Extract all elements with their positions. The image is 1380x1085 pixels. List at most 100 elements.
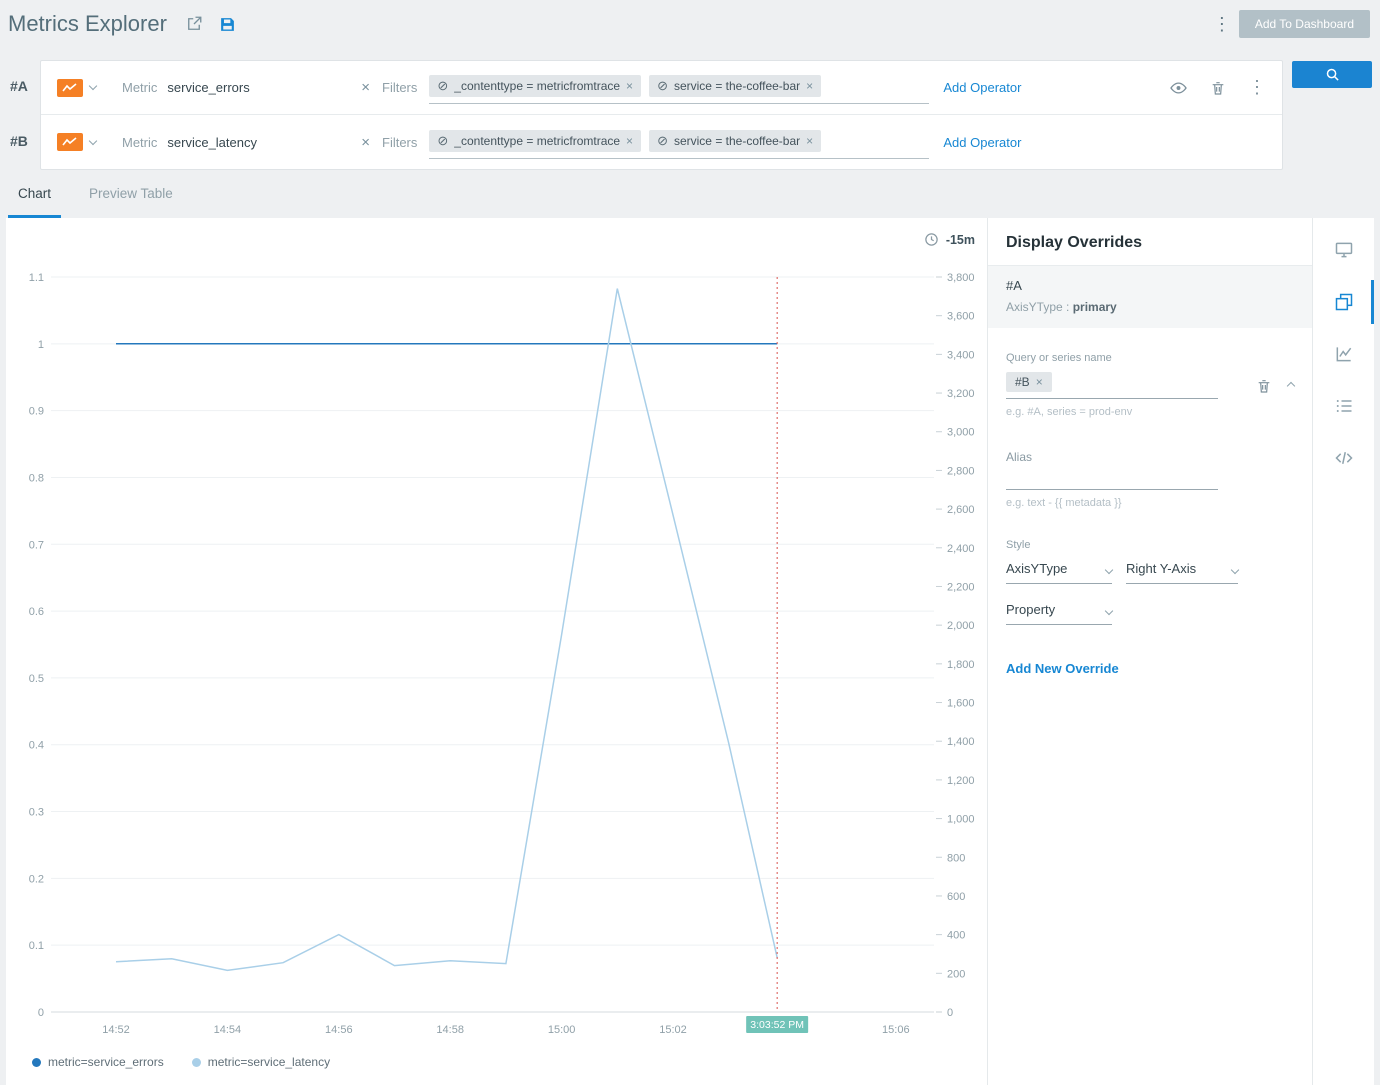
- query-series-input[interactable]: #B ×: [1006, 372, 1218, 399]
- clear-metric-icon[interactable]: ×: [361, 79, 370, 96]
- svg-text:400: 400: [947, 930, 965, 942]
- legend-item-service-errors[interactable]: metric=service_errors: [32, 1055, 164, 1069]
- metric-chart-type-icon: [57, 78, 83, 97]
- tab-preview-table[interactable]: Preview Table: [79, 186, 183, 218]
- chart-settings-button[interactable]: [1313, 332, 1374, 376]
- add-to-dashboard-button[interactable]: Add To Dashboard: [1238, 10, 1370, 38]
- exclude-filter-icon[interactable]: ⊘: [437, 133, 448, 149]
- add-operator-link[interactable]: Add Operator: [943, 135, 1021, 150]
- svg-text:1,200: 1,200: [947, 775, 975, 787]
- metric-input[interactable]: service_errors: [167, 80, 361, 95]
- run-search-button[interactable]: [1292, 61, 1372, 88]
- metrics-chart-canvas[interactable]: 0 0.1 0.2 0.3 0.4 0.5 0.6 0.7 0.8 0.9 1 1.1 0 200 400 6…: [6, 218, 985, 1038]
- remove-filter-icon[interactable]: ×: [626, 79, 633, 93]
- svg-text:0: 0: [947, 1007, 953, 1019]
- filter-chip: ⊘ _contenttype = metricfromtrace ×: [429, 75, 642, 97]
- svg-text:14:52: 14:52: [102, 1024, 130, 1036]
- svg-text:15:00: 15:00: [548, 1024, 576, 1036]
- add-new-override-link[interactable]: Add New Override: [1006, 661, 1294, 676]
- svg-text:1.1: 1.1: [29, 272, 44, 284]
- svg-text:0.4: 0.4: [29, 740, 44, 752]
- style-property-select-value: AxisYType: [1006, 561, 1068, 576]
- svg-text:800: 800: [947, 852, 965, 864]
- header-kebab-menu[interactable]: ⋮: [1205, 12, 1239, 37]
- filters-label: Filters: [382, 80, 418, 95]
- alias-hint: e.g. text - {{ metadata }}: [1006, 497, 1122, 509]
- delete-override-icon[interactable]: [1256, 377, 1272, 395]
- exclude-filter-icon[interactable]: ⊘: [657, 133, 668, 149]
- overlapping-panels-icon: [1335, 293, 1352, 311]
- svg-text:0: 0: [38, 1007, 44, 1019]
- svg-text:1,400: 1,400: [947, 736, 975, 748]
- chevron-down-icon: [1104, 606, 1114, 616]
- save-icon[interactable]: [219, 16, 236, 33]
- tab-chart[interactable]: Chart: [8, 186, 62, 218]
- svg-text:2,000: 2,000: [947, 620, 975, 632]
- svg-text:0.9: 0.9: [29, 406, 44, 418]
- chart-panel: -15m 0 0.1 0.2 0.3 0.4 0.5 0.6 0.7 0.8 0.9 1 1.1 0 20…: [6, 218, 987, 1085]
- style-label: Style: [1006, 539, 1031, 551]
- svg-text:14:54: 14:54: [214, 1024, 242, 1036]
- remove-filter-icon[interactable]: ×: [626, 134, 633, 148]
- query-kebab-menu[interactable]: ⋮: [1248, 77, 1266, 98]
- property-select[interactable]: Property: [1006, 602, 1114, 625]
- svg-text:0.2: 0.2: [29, 873, 44, 885]
- remove-filter-icon[interactable]: ×: [806, 79, 813, 93]
- query-series-label: Query or series name: [1006, 352, 1112, 364]
- exclude-filter-icon[interactable]: ⊘: [657, 78, 668, 94]
- filter-chip-label: service = the-coffee-bar: [673, 79, 801, 93]
- single-chart-view-button[interactable]: [1313, 228, 1374, 272]
- override-summary-card[interactable]: #A AxisYType : primary: [988, 266, 1312, 328]
- active-indicator: [1371, 280, 1374, 324]
- overrides-panel-title: Display Overrides: [1006, 234, 1143, 251]
- filters-input[interactable]: ⊘ _contenttype = metricfromtrace × ⊘ ser…: [429, 71, 930, 104]
- export-query-icon[interactable]: [185, 15, 203, 33]
- exclude-filter-icon[interactable]: ⊘: [437, 78, 448, 94]
- svg-text:2,600: 2,600: [947, 504, 975, 516]
- remove-filter-icon[interactable]: ×: [806, 134, 813, 148]
- series-color-dot: [32, 1057, 41, 1067]
- query-builder: #A #B Metric service_errors × Filters ⊘ …: [0, 60, 1380, 170]
- svg-text:2,800: 2,800: [947, 465, 975, 477]
- override-summary-query-id: #A: [1006, 278, 1022, 293]
- property-select-value: Property: [1006, 602, 1056, 617]
- svg-text:1,000: 1,000: [947, 814, 975, 826]
- add-operator-link[interactable]: Add Operator: [943, 80, 1021, 95]
- view-tabs: Chart Preview Table: [8, 186, 1380, 218]
- query-row-id-a: #A: [10, 78, 28, 94]
- header: Metrics Explorer ⋮ Add To Dashboard: [0, 0, 1380, 48]
- chevron-down-icon: [88, 81, 98, 91]
- svg-text:3,400: 3,400: [947, 349, 975, 361]
- toggle-visibility-icon[interactable]: [1169, 79, 1188, 97]
- alias-input[interactable]: [1006, 472, 1218, 490]
- query-code-button[interactable]: [1313, 436, 1374, 480]
- remove-query-chip-icon[interactable]: ×: [1036, 375, 1043, 389]
- filters-input[interactable]: ⊘ _contenttype = metricfromtrace × ⊘ ser…: [429, 126, 930, 159]
- override-summary-prop-label: AxisYType :: [1006, 300, 1070, 314]
- query-series-input-row: #B ×: [1006, 372, 1296, 399]
- filter-chip: ⊘ service = the-coffee-bar ×: [649, 129, 822, 152]
- overlay-panels-view-button[interactable]: [1313, 280, 1374, 324]
- axis-type-select[interactable]: Right Y-Axis: [1126, 561, 1240, 584]
- query-chip: #B ×: [1006, 372, 1052, 392]
- collapse-override-icon[interactable]: [1286, 381, 1296, 391]
- style-property-select[interactable]: AxisYType: [1006, 561, 1114, 584]
- delete-query-icon[interactable]: [1210, 79, 1226, 97]
- series-list-button[interactable]: [1313, 384, 1374, 428]
- code-icon: [1334, 452, 1353, 464]
- query-row-actions: ⋮: [1169, 77, 1266, 98]
- metric-input[interactable]: service_latency: [167, 135, 361, 150]
- metric-type-selector[interactable]: [57, 78, 98, 97]
- list-icon: [1336, 400, 1351, 412]
- clear-metric-icon[interactable]: ×: [361, 134, 370, 151]
- svg-text:3,600: 3,600: [947, 311, 975, 323]
- svg-text:1,800: 1,800: [947, 659, 975, 671]
- filter-chip: ⊘ _contenttype = metricfromtrace ×: [429, 129, 642, 152]
- svg-text:14:58: 14:58: [436, 1024, 464, 1036]
- metric-type-selector[interactable]: [57, 133, 98, 151]
- legend-item-service-latency[interactable]: metric=service_latency: [191, 1055, 330, 1069]
- svg-text:0.7: 0.7: [29, 539, 44, 551]
- alias-label: Alias: [1006, 450, 1033, 464]
- filter-chip-label: service = the-coffee-bar: [673, 133, 801, 148]
- svg-text:14:56: 14:56: [325, 1024, 353, 1036]
